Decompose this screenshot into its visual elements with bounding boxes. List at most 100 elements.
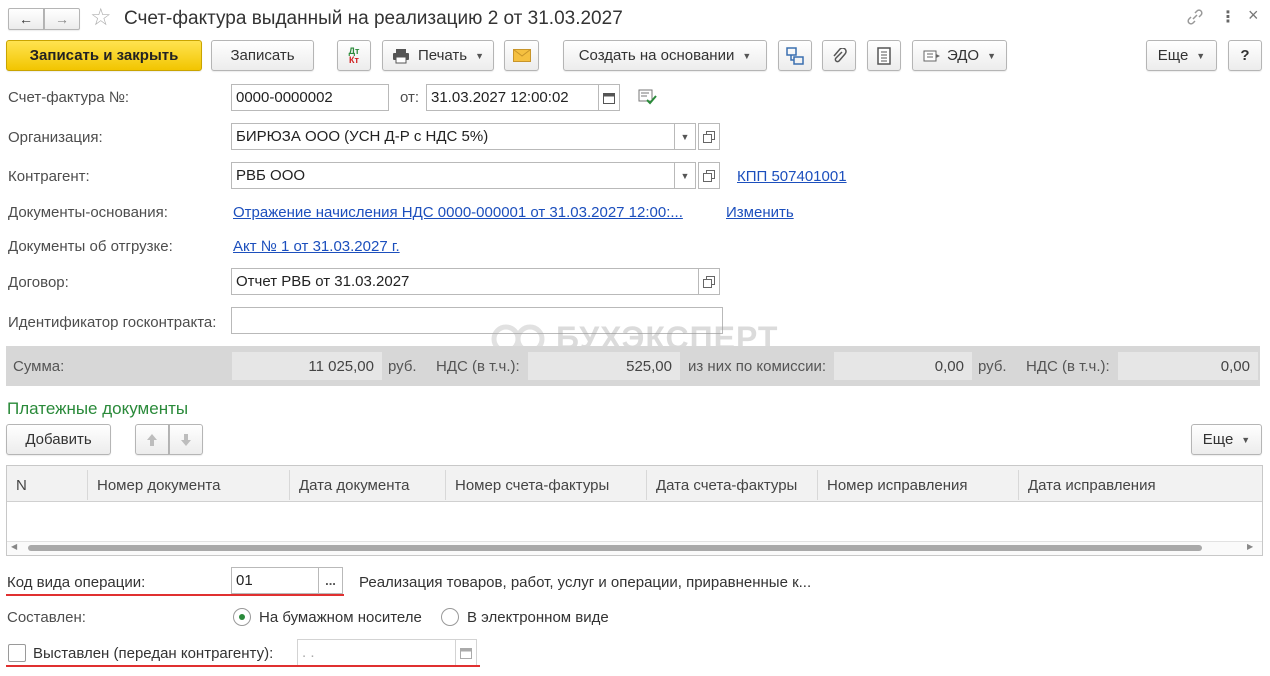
more-menu-icon[interactable]: ⋮ <box>1220 7 1236 27</box>
composed-label: Составлен: <box>7 609 86 626</box>
move-down-button[interactable] <box>169 424 203 455</box>
vat-label: НДС (в т.ч.): <box>436 358 520 375</box>
chevron-down-icon: ▼ <box>1241 434 1251 445</box>
electronic-radio-label[interactable]: В электронном виде <box>467 609 609 626</box>
paper-radio[interactable] <box>233 608 251 626</box>
shipment-documents-label: Документы об отгрузке: <box>8 238 173 255</box>
counterparty-input[interactable]: РВБ ООО <box>231 162 675 189</box>
sum-label: Сумма: <box>13 358 65 375</box>
base-documents-link[interactable]: Отражение начисления НДС 0000-000001 от … <box>233 204 683 221</box>
document-list-icon <box>877 46 891 65</box>
chevron-down-icon: ▼ <box>680 170 690 181</box>
op-code-description: Реализация товаров, работ, услуг и опера… <box>359 574 812 591</box>
payments-more-button[interactable]: Еще ▼ <box>1191 424 1262 455</box>
attach-button[interactable] <box>822 40 856 71</box>
chevron-down-icon: ▼ <box>1196 50 1206 61</box>
scroll-right-icon[interactable]: ▶ <box>1247 542 1253 551</box>
vat-value: 525,00 <box>528 352 680 380</box>
column-header-doc-number[interactable]: Номер документа <box>88 470 290 500</box>
create-based-on-label: Создать на основании <box>578 47 735 64</box>
chevron-down-icon: ▼ <box>742 50 752 61</box>
scrollbar-thumb[interactable] <box>28 545 1202 551</box>
counterparty-open-button[interactable] <box>698 162 720 189</box>
shipment-documents-link[interactable]: Акт № 1 от 31.03.2027 г. <box>233 238 400 255</box>
structure-button[interactable] <box>778 40 812 71</box>
more-button[interactable]: Еще ▼ <box>1146 40 1217 71</box>
kt-label: Кт <box>349 54 359 65</box>
calendar-icon <box>603 92 615 104</box>
vat2-label: НДС (в т.ч.): <box>1026 358 1110 375</box>
verified-check-icon[interactable] <box>638 88 658 106</box>
sum-value: 11 025,00 <box>232 352 382 380</box>
op-code-label: Код вида операции: <box>7 574 146 591</box>
issued-label[interactable]: Выставлен (передан контрагенту): <box>33 645 273 662</box>
edo-icon <box>923 50 940 61</box>
issued-date-input[interactable]: . . <box>297 639 456 666</box>
arrow-down-icon <box>181 433 191 446</box>
close-icon[interactable]: × <box>1248 5 1259 26</box>
window-title: Счет-фактура выданный на реализацию 2 от… <box>124 8 623 29</box>
link-icon[interactable] <box>1186 8 1204 26</box>
date-input[interactable]: 31.03.2027 12:00:02 <box>426 84 599 111</box>
report-button[interactable] <box>867 40 901 71</box>
issued-underline <box>6 665 480 667</box>
column-header-correction-date[interactable]: Дата исправления <box>1019 470 1262 500</box>
paperclip-icon <box>833 47 847 62</box>
add-button[interactable]: Добавить <box>6 424 111 455</box>
invoice-number-input[interactable]: 0000-0000002 <box>231 84 389 111</box>
dt-kt-button[interactable]: Дт Кт <box>337 40 371 71</box>
edo-button[interactable]: ЭДО ▼ <box>912 40 1007 71</box>
organization-open-button[interactable] <box>698 123 720 150</box>
commission-currency: руб. <box>978 358 1007 375</box>
issued-calendar-button[interactable] <box>455 639 477 666</box>
commission-value: 0,00 <box>834 352 972 380</box>
column-header-correction-number[interactable]: Номер исправления <box>818 470 1019 500</box>
kpp-link[interactable]: КПП 507401001 <box>737 168 847 185</box>
print-button[interactable]: Печать ▼ <box>382 40 494 71</box>
contract-input[interactable]: Отчет РВБ от 31.03.2027 <box>231 268 699 295</box>
edo-label: ЭДО <box>946 47 980 64</box>
electronic-radio[interactable] <box>441 608 459 626</box>
move-up-button[interactable] <box>135 424 169 455</box>
organization-input[interactable]: БИРЮЗА ООО (УСН Д-Р с НДС 5%) <box>231 123 675 150</box>
scroll-left-icon[interactable]: ◀ <box>11 542 17 551</box>
calendar-button[interactable] <box>598 84 620 111</box>
column-header-invoice-number[interactable]: Номер счета-фактуры <box>446 470 647 500</box>
counterparty-dropdown-button[interactable]: ▼ <box>674 162 696 189</box>
date-label: от: <box>400 89 420 106</box>
envelope-icon <box>512 49 531 62</box>
chevron-down-icon: ▼ <box>680 131 690 142</box>
structure-icon <box>786 46 804 65</box>
chevron-down-icon: ▼ <box>475 50 485 61</box>
column-header-doc-date[interactable]: Дата документа <box>290 470 446 500</box>
organization-label: Организация: <box>8 129 103 146</box>
print-label: Печать <box>417 47 468 64</box>
sum-currency: руб. <box>388 358 417 375</box>
counterparty-label: Контрагент: <box>8 168 90 185</box>
back-button[interactable]: ← <box>8 8 44 30</box>
change-link[interactable]: Изменить <box>726 204 794 221</box>
organization-dropdown-button[interactable]: ▼ <box>674 123 696 150</box>
column-header-invoice-date[interactable]: Дата счета-фактуры <box>647 470 818 500</box>
contract-open-button[interactable] <box>698 268 720 295</box>
op-code-select-button[interactable]: ... <box>318 567 343 594</box>
gov-contract-id-label: Идентификатор госконтракта: <box>8 314 217 331</box>
paper-radio-label[interactable]: На бумажном носителе <box>259 609 422 626</box>
back-arrow-icon: ← <box>19 11 33 27</box>
issued-checkbox[interactable] <box>8 644 26 662</box>
commission-label: из них по комиссии: <box>688 358 827 375</box>
email-button[interactable] <box>504 40 539 71</box>
forward-button[interactable]: → <box>44 8 80 30</box>
create-based-on-button[interactable]: Создать на основании ▼ <box>563 40 767 71</box>
save-button[interactable]: Записать <box>211 40 314 71</box>
column-header-n[interactable]: N <box>7 470 88 500</box>
open-form-icon <box>703 275 715 288</box>
save-and-close-button[interactable]: Записать и закрыть <box>6 40 202 71</box>
invoice-number-label: Счет-фактура №: <box>8 89 130 106</box>
contract-label: Договор: <box>8 274 69 291</box>
vat2-value: 0,00 <box>1118 352 1258 380</box>
favorite-star-icon[interactable]: ☆ <box>90 3 112 32</box>
open-form-icon <box>703 130 715 143</box>
help-button[interactable]: ? <box>1228 40 1262 71</box>
op-code-input[interactable]: 01 <box>231 567 319 594</box>
